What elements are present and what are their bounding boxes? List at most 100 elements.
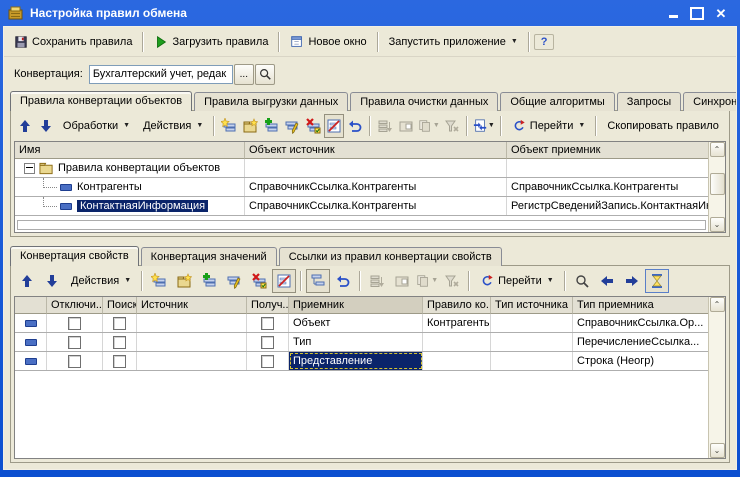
- clear-filter-button[interactable]: [440, 269, 464, 293]
- column-header-receive[interactable]: Получ...: [247, 297, 289, 314]
- conversion-open-button[interactable]: [255, 64, 275, 85]
- settings-folder-button[interactable]: [396, 114, 416, 138]
- clear-filter-button[interactable]: [442, 114, 462, 138]
- deletion-mark-filter-button[interactable]: [324, 114, 344, 138]
- scroll-thumb[interactable]: [710, 173, 725, 195]
- undo-button[interactable]: [345, 114, 365, 138]
- search-checkbox[interactable]: [113, 336, 126, 349]
- edit-button[interactable]: [222, 269, 246, 293]
- properties-table-scrollbar[interactable]: ⌃ ⌄: [708, 297, 725, 458]
- table-row[interactable]: Тип ПеречислениеСсылка...: [15, 333, 708, 352]
- maximize-button[interactable]: [690, 6, 704, 20]
- scroll-up-icon[interactable]: ⌃: [710, 142, 725, 157]
- table-row[interactable]: Объект Контрагенты СправочникСсылка.Ор..…: [15, 314, 708, 333]
- insert-button[interactable]: [261, 114, 281, 138]
- load-rules-button[interactable]: Загрузить правила: [148, 32, 274, 52]
- conversion-row: Конвертация: Бухгалтерский учет, редак .…: [4, 57, 736, 91]
- tab-queries[interactable]: Запросы: [617, 92, 681, 111]
- table-row-selected[interactable]: Представление Строка (Неогр): [15, 352, 708, 371]
- search-checkbox[interactable]: [113, 317, 126, 330]
- save-rules-button[interactable]: Сохранить правила: [8, 32, 138, 52]
- table-row[interactable]: Контрагенты СправочникСсылка.Контрагенты…: [15, 178, 708, 197]
- add-group-button[interactable]: [240, 114, 260, 138]
- disabled-checkbox[interactable]: [68, 355, 81, 368]
- go-menu-button[interactable]: Перейти ▼: [506, 116, 592, 136]
- scroll-up-icon[interactable]: ⌃: [710, 297, 725, 312]
- column-header-name[interactable]: Имя: [15, 142, 245, 159]
- source-cell: [245, 159, 507, 177]
- search-button[interactable]: [570, 269, 594, 293]
- auto-refresh-toggle-button[interactable]: [645, 269, 669, 293]
- column-header-search[interactable]: Поиск: [103, 297, 137, 314]
- navigate-back-button[interactable]: [595, 269, 619, 293]
- column-header-marker[interactable]: [15, 297, 47, 314]
- run-application-button[interactable]: Запустить приложение ▼: [383, 33, 524, 51]
- move-down-button[interactable]: [40, 269, 64, 293]
- copy-settings-button[interactable]: ▼: [417, 114, 441, 138]
- move-up-button[interactable]: [15, 114, 35, 138]
- add-group-button[interactable]: [172, 269, 196, 293]
- move-up-button[interactable]: [15, 269, 39, 293]
- copy-rule-button[interactable]: Скопировать правило: [601, 117, 725, 135]
- sort-button[interactable]: [365, 269, 389, 293]
- scroll-down-icon[interactable]: ⌄: [710, 217, 725, 232]
- deletion-mark-filter-button[interactable]: [272, 269, 296, 293]
- tab-property-conversion[interactable]: Конвертация свойств: [10, 246, 139, 266]
- edit-button[interactable]: [282, 114, 302, 138]
- column-header-source-type[interactable]: Тип источника: [491, 297, 573, 314]
- tab-common-algorithms[interactable]: Общие алгоритмы: [500, 92, 614, 111]
- rules-table-scrollbar[interactable]: ⌃ ⌄: [708, 142, 725, 232]
- minimize-button[interactable]: [666, 6, 680, 20]
- go-menu-button[interactable]: Перейти ▼: [474, 271, 560, 291]
- settings-folder-button[interactable]: [390, 269, 414, 293]
- add-button[interactable]: [147, 269, 171, 293]
- tab-data-clearing-rules[interactable]: Правила очистки данных: [350, 92, 498, 111]
- exchange-rule-info-button[interactable]: ▼: [472, 114, 496, 138]
- scroll-down-icon[interactable]: ⌄: [710, 443, 725, 458]
- navigate-forward-button[interactable]: [620, 269, 644, 293]
- tree-view-toggle-button[interactable]: [306, 269, 330, 293]
- disabled-checkbox[interactable]: [68, 317, 81, 330]
- insert-button[interactable]: [197, 269, 221, 293]
- table-footer-strip: [17, 220, 706, 230]
- source-cell: [137, 352, 247, 370]
- tab-data-export-rules[interactable]: Правила выгрузки данных: [194, 92, 348, 111]
- column-header-conversion-rule[interactable]: Правило ко...: [423, 297, 491, 314]
- move-down-button[interactable]: [36, 114, 56, 138]
- disabled-checkbox[interactable]: [68, 336, 81, 349]
- table-row[interactable]: Правила конвертации объектов: [15, 159, 708, 178]
- receiver-cell-selected[interactable]: Представление: [289, 352, 423, 370]
- copy-settings-button[interactable]: ▼: [415, 269, 439, 293]
- tab-value-conversion[interactable]: Конвертация значений: [141, 247, 277, 266]
- column-header-receiver-object[interactable]: Объект приемник: [507, 142, 708, 159]
- search-checkbox[interactable]: [113, 355, 126, 368]
- tab-object-conversion-rules[interactable]: Правила конвертации объектов: [10, 91, 192, 111]
- help-button[interactable]: ?: [534, 34, 555, 50]
- table-row-selected[interactable]: КонтактнаяИнформация СправочникСсылка.Ко…: [15, 197, 708, 216]
- actions-menu-button[interactable]: Действия ▼: [65, 272, 137, 290]
- delete-button[interactable]: [303, 114, 323, 138]
- receive-checkbox[interactable]: [261, 317, 274, 330]
- column-header-disabled[interactable]: Отключи...: [47, 297, 103, 314]
- source-cell: СправочникСсылка.Контрагенты: [245, 178, 507, 196]
- sort-button[interactable]: [375, 114, 395, 138]
- column-header-source[interactable]: Источник: [137, 297, 247, 314]
- new-window-button[interactable]: Новое окно: [284, 32, 372, 52]
- actions-menu-button[interactable]: Действия ▼: [137, 117, 209, 135]
- tab-links-from-property-rules[interactable]: Ссылки из правил конвертации свойств: [279, 247, 502, 266]
- column-header-receiver-type[interactable]: Тип приемника: [573, 297, 708, 314]
- processings-menu-button[interactable]: Обработки ▼: [57, 117, 136, 135]
- delete-button[interactable]: [247, 269, 271, 293]
- close-button[interactable]: ✕: [714, 6, 728, 20]
- column-header-source-object[interactable]: Объект источник: [245, 142, 507, 159]
- conversion-field[interactable]: Бухгалтерский учет, редак: [89, 65, 233, 84]
- conversion-choose-button[interactable]: ...: [234, 64, 254, 85]
- column-header-receiver[interactable]: Приемник: [289, 297, 423, 314]
- undo-button[interactable]: [331, 269, 355, 293]
- table-empty-area: [15, 371, 708, 458]
- add-button[interactable]: [219, 114, 239, 138]
- receive-checkbox[interactable]: [261, 336, 274, 349]
- collapse-expander-icon[interactable]: [24, 163, 35, 174]
- tab-synchronization[interactable]: Синхронизация: [683, 92, 737, 111]
- receive-checkbox[interactable]: [261, 355, 274, 368]
